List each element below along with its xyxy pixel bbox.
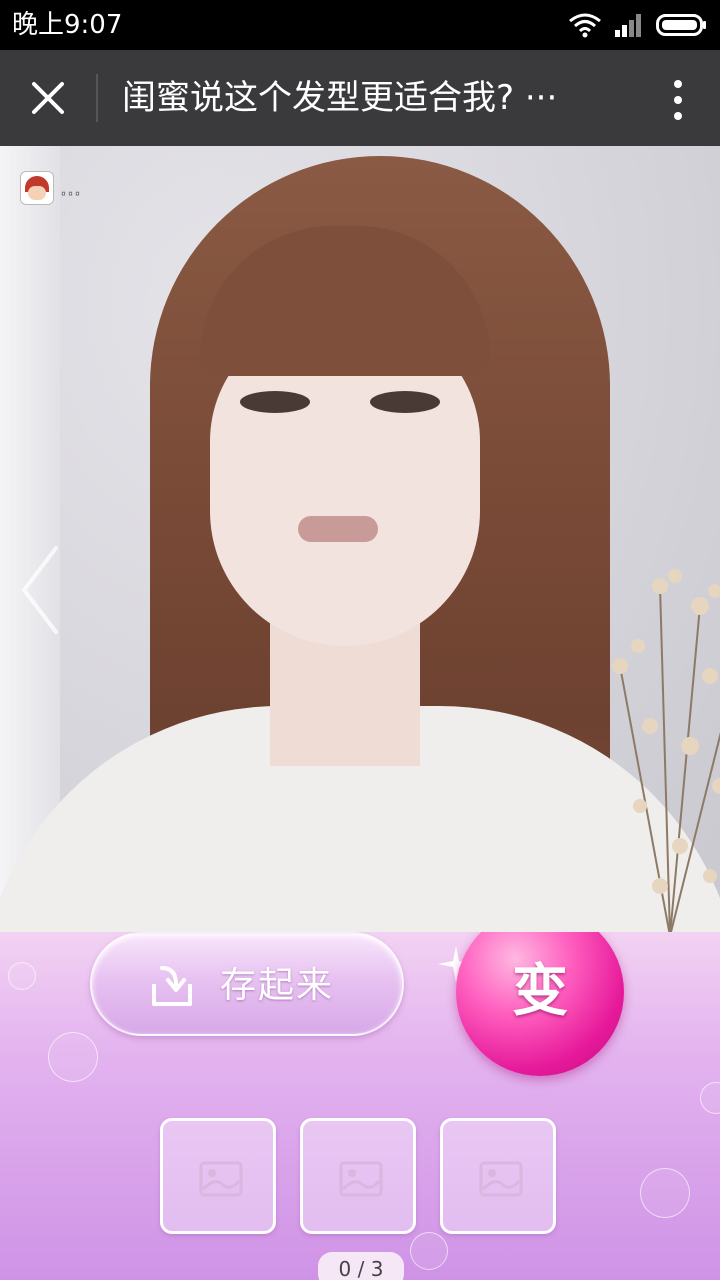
status-icons <box>568 10 708 40</box>
nav-divider <box>96 74 98 122</box>
page-title: 闺蜜说这个发型更适合我? ··· <box>122 78 558 118</box>
status-bar: 晚上9:07 <box>0 0 720 50</box>
image-placeholder-icon <box>339 1161 383 1197</box>
close-icon[interactable] <box>24 74 72 122</box>
wifi-icon <box>569 13 601 38</box>
watermark-text: ... <box>60 175 82 201</box>
download-tray-icon <box>152 966 192 1006</box>
photo-mouth <box>298 516 378 542</box>
action-panel: 存起来 变 0 / 3 <box>0 932 720 1280</box>
nav-bar: 闺蜜说这个发型更适合我? ··· <box>0 50 720 146</box>
decor-bubble <box>8 962 36 990</box>
status-time: 晚上9:07 <box>12 10 123 40</box>
photo-left-eye <box>240 391 310 413</box>
app-logo-icon <box>20 171 54 205</box>
page-indicator: 0 / 3 <box>318 1252 404 1280</box>
photo-right-eye <box>370 391 440 413</box>
image-placeholder-icon <box>199 1161 243 1197</box>
image-placeholder-icon <box>479 1161 523 1197</box>
decor-bubble <box>700 1082 720 1114</box>
change-button-label: 变 <box>512 959 568 1024</box>
save-button-label: 存起来 <box>220 965 335 1006</box>
chevron-left-icon[interactable] <box>16 542 64 638</box>
hairstyle-thumbnails <box>160 1118 560 1234</box>
thumbnail-slot-1[interactable] <box>160 1118 276 1234</box>
decor-bubble <box>640 1168 690 1218</box>
change-hairstyle-button[interactable]: 变 <box>456 932 624 1076</box>
save-button[interactable]: 存起来 <box>90 932 404 1036</box>
decor-bubble <box>410 1232 448 1270</box>
thumbnail-slot-3[interactable] <box>440 1118 556 1234</box>
signal-icon <box>615 14 641 37</box>
hairstyle-photo: ... <box>0 146 720 936</box>
thumbnail-slot-2[interactable] <box>300 1118 416 1234</box>
decor-bubble <box>48 1032 98 1082</box>
dried-flowers <box>612 569 720 936</box>
battery-icon <box>656 14 706 36</box>
vertical-dots-icon[interactable] <box>666 76 690 124</box>
watermark-logo: ... <box>20 170 81 206</box>
